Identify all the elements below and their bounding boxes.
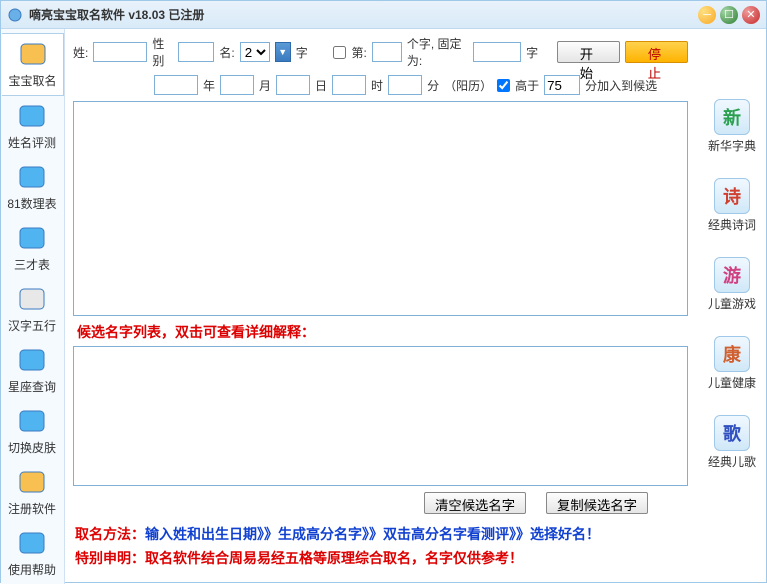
sidebar-item-1[interactable]: 姓名评测: [1, 96, 63, 157]
sidebar-item-2[interactable]: 81数理表: [1, 157, 63, 218]
sidebar-item-label: 81数理表: [1, 195, 63, 212]
stop-button[interactable]: 停 止: [625, 41, 688, 63]
footer-note: 取名方法：输入姓和出生日期》》生成高分名字》》双击高分名字看测评》》选择好名！ …: [73, 520, 688, 572]
rightbar-icon: 康: [714, 336, 750, 372]
rightbar-item-0[interactable]: 新新华字典: [698, 99, 766, 154]
surname-input[interactable]: [93, 42, 147, 62]
sidebar-item-8[interactable]: 使用帮助: [1, 523, 63, 584]
group-icon: [14, 100, 50, 132]
higher-suffix: 分加入到候选: [585, 77, 657, 94]
hour-input[interactable]: [332, 75, 366, 95]
main-panel: 姓: 性别 男 名: 2▼ 字 第: 个字, 固定为: 字 开 始 停 止: [65, 29, 698, 584]
year-suffix: 年: [203, 77, 215, 94]
rightbar-icon: 游: [714, 257, 750, 293]
pos-label: 第:: [351, 44, 366, 61]
sidebar-item-6[interactable]: 切换皮肤: [1, 401, 63, 462]
sidebar-item-label: 注册软件: [1, 500, 63, 517]
sidebar-item-3[interactable]: 三才表: [1, 218, 63, 279]
sidebar-item-0[interactable]: 宝宝取名: [2, 33, 64, 96]
gender-label: 性别: [152, 35, 173, 69]
minute-suffix: 分: [427, 77, 439, 94]
name-label: 名:: [219, 44, 234, 61]
close-button[interactable]: ✕: [742, 6, 760, 24]
copy-candidates-button[interactable]: 复制候选名字: [546, 492, 648, 514]
candidate-list-label: 候选名字列表，双击可查看详细解释：: [73, 316, 688, 346]
sidebar-item-5[interactable]: 星座查询: [1, 340, 63, 401]
rightbar-label: 经典诗词: [698, 216, 766, 233]
app-icon: [7, 7, 23, 23]
rightbar-icon: 新: [714, 99, 750, 135]
minimize-button[interactable]: ─: [698, 6, 716, 24]
rightbar-label: 经典儿歌: [698, 453, 766, 470]
chevron-down-icon[interactable]: ▼: [275, 42, 291, 62]
year-input[interactable]: [154, 75, 198, 95]
titlebar: 嘀亮宝宝取名软件 v18.03 已注册 ─ ☐ ✕: [1, 1, 766, 29]
sidebar-item-label: 姓名评测: [1, 134, 63, 151]
month-input[interactable]: [220, 75, 254, 95]
key-icon: [14, 466, 50, 498]
sidebar-item-label: 切换皮肤: [1, 439, 63, 456]
maximize-button[interactable]: ☐: [720, 6, 738, 24]
surname-label: 姓:: [73, 44, 88, 61]
pos-suffix2: 字: [526, 44, 538, 61]
sidebar-item-7[interactable]: 注册软件: [1, 462, 63, 523]
footer-method-label: 取名方法：: [75, 526, 145, 542]
rightbar-icon: 歌: [714, 415, 750, 451]
form-row-1: 姓: 性别 男 名: 2▼ 字 第: 个字, 固定为: 字 开 始 停 止: [73, 35, 688, 69]
gender-select[interactable]: 男: [178, 42, 214, 62]
candidate-textarea[interactable]: [73, 346, 688, 486]
footer-disclaimer-label: 特别申明：: [75, 550, 145, 566]
day-suffix: 日: [315, 77, 327, 94]
sidebar: 宝宝取名姓名评测 81数理表三才表汉字五行星座查询切换皮肤注册软件使用帮助: [1, 29, 65, 584]
name-count-select[interactable]: 2: [240, 42, 270, 62]
sidebar-item-label: 汉字五行: [1, 317, 63, 334]
sidebar-item-label: 宝宝取名: [2, 72, 63, 89]
rightbar-item-4[interactable]: 歌经典儿歌: [698, 415, 766, 470]
rightbar-item-2[interactable]: 游儿童游戏: [698, 257, 766, 312]
higher-value-input[interactable]: [544, 75, 580, 95]
window-title: 嘀亮宝宝取名软件 v18.03 已注册: [29, 6, 698, 23]
help-icon: [14, 527, 50, 559]
rightbar-label: 儿童健康: [698, 374, 766, 391]
day-input[interactable]: [276, 75, 310, 95]
minute-input[interactable]: [388, 75, 422, 95]
sidebar-item-4[interactable]: 汉字五行: [1, 279, 63, 340]
globe-icon: [14, 344, 50, 376]
shirt-icon: [14, 405, 50, 437]
form-row-2: 年 月 日 时 分 （阳历） 高于 分加入到候选: [73, 75, 688, 95]
higher-label: 高于: [515, 77, 539, 94]
rightbar-icon: 诗: [714, 178, 750, 214]
pos-suffix: 个字, 固定为:: [407, 35, 468, 69]
char-suffix: 字: [296, 44, 308, 61]
footer-method-text: 输入姓和出生日期》》生成高分名字》》双击高分名字看测评》》选择好名！: [145, 526, 600, 542]
fixed-char-input[interactable]: [473, 42, 521, 62]
sidebar-item-label: 三才表: [1, 256, 63, 273]
higher-than-checkbox[interactable]: [497, 79, 510, 92]
book-icon: [14, 283, 50, 315]
grid-icon: [14, 222, 50, 254]
start-button[interactable]: 开 始: [557, 41, 620, 63]
calendar-label: （阳历）: [444, 77, 492, 94]
footer-disclaimer-text: 取名软件结合周易易经五格等原理综合取名，名字仅供参考！: [145, 550, 523, 566]
rightbar-label: 儿童游戏: [698, 295, 766, 312]
clear-candidates-button[interactable]: 清空候选名字: [424, 492, 526, 514]
month-suffix: 月: [259, 77, 271, 94]
fix-position-checkbox[interactable]: [333, 46, 346, 59]
people-icon: [15, 38, 51, 70]
rightbar: 新新华字典诗经典诗词游儿童游戏康儿童健康歌经典儿歌: [698, 29, 766, 584]
position-select[interactable]: [372, 42, 402, 62]
calendar-icon: [14, 161, 50, 193]
app-window: 嘀亮宝宝取名软件 v18.03 已注册 ─ ☐ ✕ 宝宝取名姓名评测 81数理表三…: [0, 0, 767, 583]
results-textarea[interactable]: [73, 101, 688, 316]
rightbar-item-1[interactable]: 诗经典诗词: [698, 178, 766, 233]
rightbar-item-3[interactable]: 康儿童健康: [698, 336, 766, 391]
rightbar-label: 新华字典: [698, 137, 766, 154]
sidebar-item-label: 星座查询: [1, 378, 63, 395]
sidebar-item-label: 使用帮助: [1, 561, 63, 578]
hour-suffix: 时: [371, 77, 383, 94]
